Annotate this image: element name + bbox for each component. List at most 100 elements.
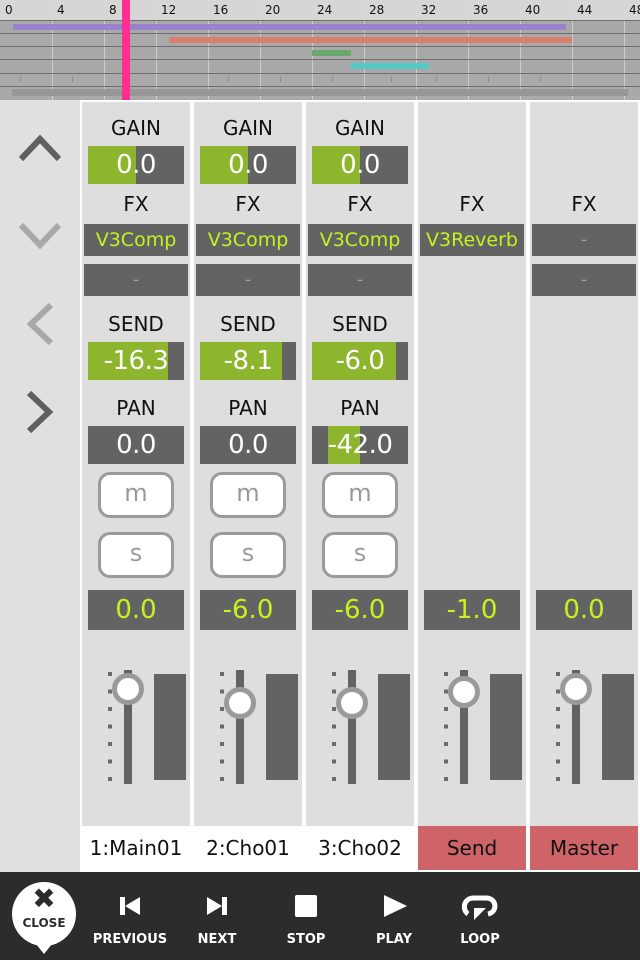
track-clip[interactable] bbox=[312, 50, 351, 56]
chevron-left-icon bbox=[26, 302, 54, 346]
pan-label: PAN bbox=[116, 396, 156, 420]
volume-fader[interactable] bbox=[194, 670, 302, 790]
pan-control[interactable]: 0.0 bbox=[88, 426, 184, 464]
channel-strip: FX - - 0.0 bbox=[530, 102, 638, 826]
channel-name[interactable]: 1:Main01 bbox=[82, 826, 190, 870]
skip-previous-icon bbox=[120, 897, 140, 915]
timeline-scrollbar[interactable] bbox=[12, 89, 628, 96]
send-label: SEND bbox=[332, 312, 388, 336]
transport-bar: ✖ CLOSE PREVIOUS NEXT STOP PLAY LOOP bbox=[0, 872, 640, 960]
gain-control[interactable]: 0.0 bbox=[200, 146, 296, 184]
play-button[interactable]: PLAY bbox=[354, 886, 434, 956]
fader-scale bbox=[220, 672, 224, 786]
channel-name[interactable]: Master bbox=[530, 826, 638, 870]
gain-control[interactable]: 0.0 bbox=[88, 146, 184, 184]
next-label: NEXT bbox=[197, 932, 237, 947]
track-clip[interactable] bbox=[169, 37, 572, 43]
fx-slot-1[interactable]: V3Comp bbox=[196, 224, 300, 256]
scroll-down-button[interactable] bbox=[14, 210, 66, 262]
fader-knob[interactable] bbox=[560, 673, 592, 706]
send-control[interactable]: -16.3 bbox=[88, 342, 184, 380]
volume-fader[interactable] bbox=[82, 670, 190, 790]
channel-strip: GAIN 0.0 FX V3Comp - SEND -16.3 PAN 0.0 m s 0.0 bbox=[82, 102, 190, 826]
playhead[interactable] bbox=[122, 0, 131, 100]
fx-label: FX bbox=[459, 192, 485, 216]
ruler-label: 0 bbox=[5, 3, 13, 17]
channel-name[interactable]: 3:Cho02 bbox=[306, 826, 414, 870]
send-value: -16.3 bbox=[103, 346, 169, 376]
pan-value: 0.0 bbox=[228, 430, 268, 460]
lane-divider bbox=[0, 86, 640, 87]
fader-knob[interactable] bbox=[448, 675, 480, 708]
marker-tick bbox=[540, 77, 541, 82]
gain-control[interactable]: 0.0 bbox=[312, 146, 408, 184]
next-button[interactable]: NEXT bbox=[177, 886, 257, 956]
pan-control[interactable]: -42.0 bbox=[312, 426, 408, 464]
fx-label: FX bbox=[571, 192, 597, 216]
send-control[interactable]: -6.0 bbox=[312, 342, 408, 380]
fader-knob[interactable] bbox=[224, 687, 256, 720]
previous-button[interactable]: PREVIOUS bbox=[90, 886, 170, 956]
channel-strip: GAIN 0.0 FX V3Comp - SEND -8.1 PAN 0.0 m s -6.0 bbox=[194, 102, 302, 826]
ruler-label: 4 bbox=[57, 3, 65, 17]
pan-label: PAN bbox=[340, 396, 380, 420]
grid-line bbox=[52, 0, 53, 100]
channel-name[interactable]: 2:Cho01 bbox=[194, 826, 302, 870]
ruler-label: 16 bbox=[213, 3, 229, 17]
pan-control[interactable]: 0.0 bbox=[200, 426, 296, 464]
solo-button[interactable]: s bbox=[322, 532, 398, 578]
ruler-label: 48 bbox=[629, 3, 640, 17]
mute-button[interactable]: m bbox=[210, 472, 286, 518]
ruler-label: 12 bbox=[161, 3, 177, 17]
fx-slot-1[interactable]: V3Reverb bbox=[420, 224, 524, 256]
fx-slot-1[interactable]: V3Comp bbox=[84, 224, 188, 256]
fx-slot-2[interactable]: - bbox=[196, 264, 300, 296]
fx-label: FX bbox=[123, 192, 149, 216]
close-button[interactable]: ✖ CLOSE bbox=[12, 882, 76, 954]
timeline-overview[interactable]: 04812162024283236404448 bbox=[0, 0, 640, 100]
track-clip[interactable] bbox=[13, 24, 566, 30]
mixer-panel: GAIN 0.0 FX V3Comp - SEND -16.3 PAN 0.0 m s 0.0 1:Ma… bbox=[0, 100, 640, 872]
fader-knob[interactable] bbox=[112, 673, 144, 706]
stop-button[interactable]: STOP bbox=[266, 886, 346, 956]
scroll-left-button[interactable] bbox=[14, 298, 66, 350]
send-control[interactable]: -8.1 bbox=[200, 342, 296, 380]
ruler-label: 44 bbox=[577, 3, 593, 17]
solo-button[interactable]: s bbox=[210, 532, 286, 578]
grid-line bbox=[364, 0, 365, 100]
fx-slot-2[interactable]: - bbox=[532, 264, 636, 296]
ruler-label: 32 bbox=[421, 3, 437, 17]
play-label: PLAY bbox=[375, 932, 413, 947]
solo-button[interactable]: s bbox=[98, 532, 174, 578]
chevron-right-icon bbox=[26, 390, 54, 434]
mute-button[interactable]: m bbox=[98, 472, 174, 518]
fader-scale bbox=[332, 672, 336, 786]
gain-value: 0.0 bbox=[116, 150, 156, 180]
track-clip[interactable] bbox=[351, 63, 429, 69]
channel-name[interactable]: Send bbox=[418, 826, 526, 870]
chevron-up-icon bbox=[18, 134, 62, 162]
mute-button[interactable]: m bbox=[322, 472, 398, 518]
marker-tick bbox=[280, 77, 281, 82]
level-meter bbox=[266, 674, 298, 780]
volume-fader[interactable] bbox=[306, 670, 414, 790]
scroll-up-button[interactable] bbox=[14, 122, 66, 174]
volume-fader[interactable] bbox=[418, 670, 526, 790]
volume-fader[interactable] bbox=[530, 670, 638, 790]
lane-divider bbox=[0, 33, 640, 34]
fader-knob[interactable] bbox=[336, 687, 368, 720]
bar-ruler[interactable]: 04812162024283236404448 bbox=[0, 0, 640, 20]
pan-value: 0.0 bbox=[116, 430, 156, 460]
marker-tick bbox=[436, 77, 437, 82]
mixer-navigation bbox=[0, 100, 80, 872]
grid-line bbox=[520, 0, 521, 100]
scroll-right-button[interactable] bbox=[14, 386, 66, 438]
fx-slot-1[interactable]: V3Comp bbox=[308, 224, 412, 256]
pan-label: PAN bbox=[228, 396, 268, 420]
fx-slot-2[interactable]: - bbox=[84, 264, 188, 296]
lane-divider bbox=[0, 73, 640, 74]
fx-slot-1[interactable]: - bbox=[532, 224, 636, 256]
level-readout: 0.0 bbox=[88, 590, 184, 630]
fx-slot-2[interactable]: - bbox=[308, 264, 412, 296]
loop-button[interactable]: LOOP bbox=[440, 886, 520, 956]
